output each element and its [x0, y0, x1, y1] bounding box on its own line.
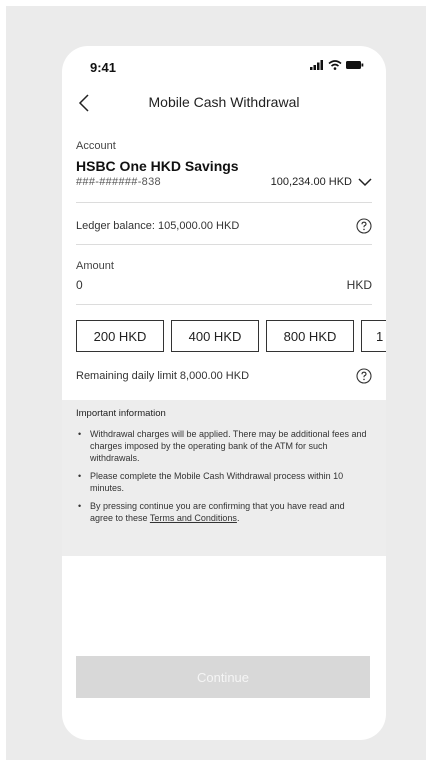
account-name: HSBC One HKD Savings: [76, 158, 239, 174]
account-balance-group: 100,234.00 HKD: [271, 176, 372, 188]
quick-amount-800-button[interactable]: 800 HKD: [266, 320, 354, 352]
help-icon[interactable]: [356, 218, 372, 234]
important-information-panel: Important information Withdrawal charges…: [62, 400, 386, 556]
terms-suffix: .: [236, 513, 240, 523]
amount-label: Amount: [76, 260, 114, 272]
account-number: ###-######-838: [76, 176, 161, 188]
list-item: By pressing continue you are confirming …: [76, 500, 368, 524]
status-bar: 9:41: [62, 46, 386, 86]
status-time: 9:41: [90, 60, 117, 75]
daily-limit-text: Remaining daily limit 8,000.00 HKD: [76, 370, 250, 382]
daily-limit-row: Remaining daily limit 8,000.00 HKD: [76, 368, 372, 384]
back-arrow-icon[interactable]: [74, 92, 96, 114]
navigation-bar: Mobile Cash Withdrawal: [62, 86, 386, 120]
account-section[interactable]: Account HSBC One HKD Savings ###-######-…: [76, 140, 372, 188]
divider: [76, 244, 372, 245]
quick-amount-400-button[interactable]: 400 HKD: [171, 320, 259, 352]
page-title: Mobile Cash Withdrawal: [148, 94, 300, 110]
important-information-list: Withdrawal charges will be applied. Ther…: [76, 428, 368, 530]
terms-and-conditions-link[interactable]: Terms and Conditions: [150, 513, 237, 523]
chevron-down-icon[interactable]: [358, 177, 372, 187]
account-balance: 100,234.00 HKD: [270, 176, 352, 188]
list-item: Please complete the Mobile Cash Withdraw…: [76, 470, 368, 494]
important-information-title: Important information: [76, 408, 166, 419]
signal-icon: [310, 60, 323, 70]
amount-field[interactable]: Amount 0 HKD: [76, 260, 372, 292]
status-icons: [310, 60, 364, 70]
list-item: Withdrawal charges will be applied. Ther…: [76, 428, 368, 464]
ledger-row: Ledger balance: 105,000.00 HKD: [76, 218, 372, 234]
quick-amount-more-button[interactable]: 1: [361, 320, 386, 352]
help-icon[interactable]: [356, 368, 372, 384]
divider: [76, 304, 372, 305]
amount-input[interactable]: 0: [76, 278, 83, 292]
continue-button[interactable]: Continue: [76, 656, 370, 698]
phone-frame: 9:41 Mobile Cash Withdrawal Account HSBC…: [62, 46, 386, 740]
quick-amount-200-button[interactable]: 200 HKD: [76, 320, 164, 352]
ledger-balance-text: Ledger balance: 105,000.00 HKD: [76, 220, 240, 232]
divider: [76, 202, 372, 203]
quick-amount-row: 200 HKD 400 HKD 800 HKD 1: [76, 320, 386, 354]
wifi-icon: [328, 60, 342, 70]
amount-currency: HKD: [346, 278, 372, 292]
battery-icon: [346, 61, 364, 69]
account-label: Account: [76, 140, 116, 152]
